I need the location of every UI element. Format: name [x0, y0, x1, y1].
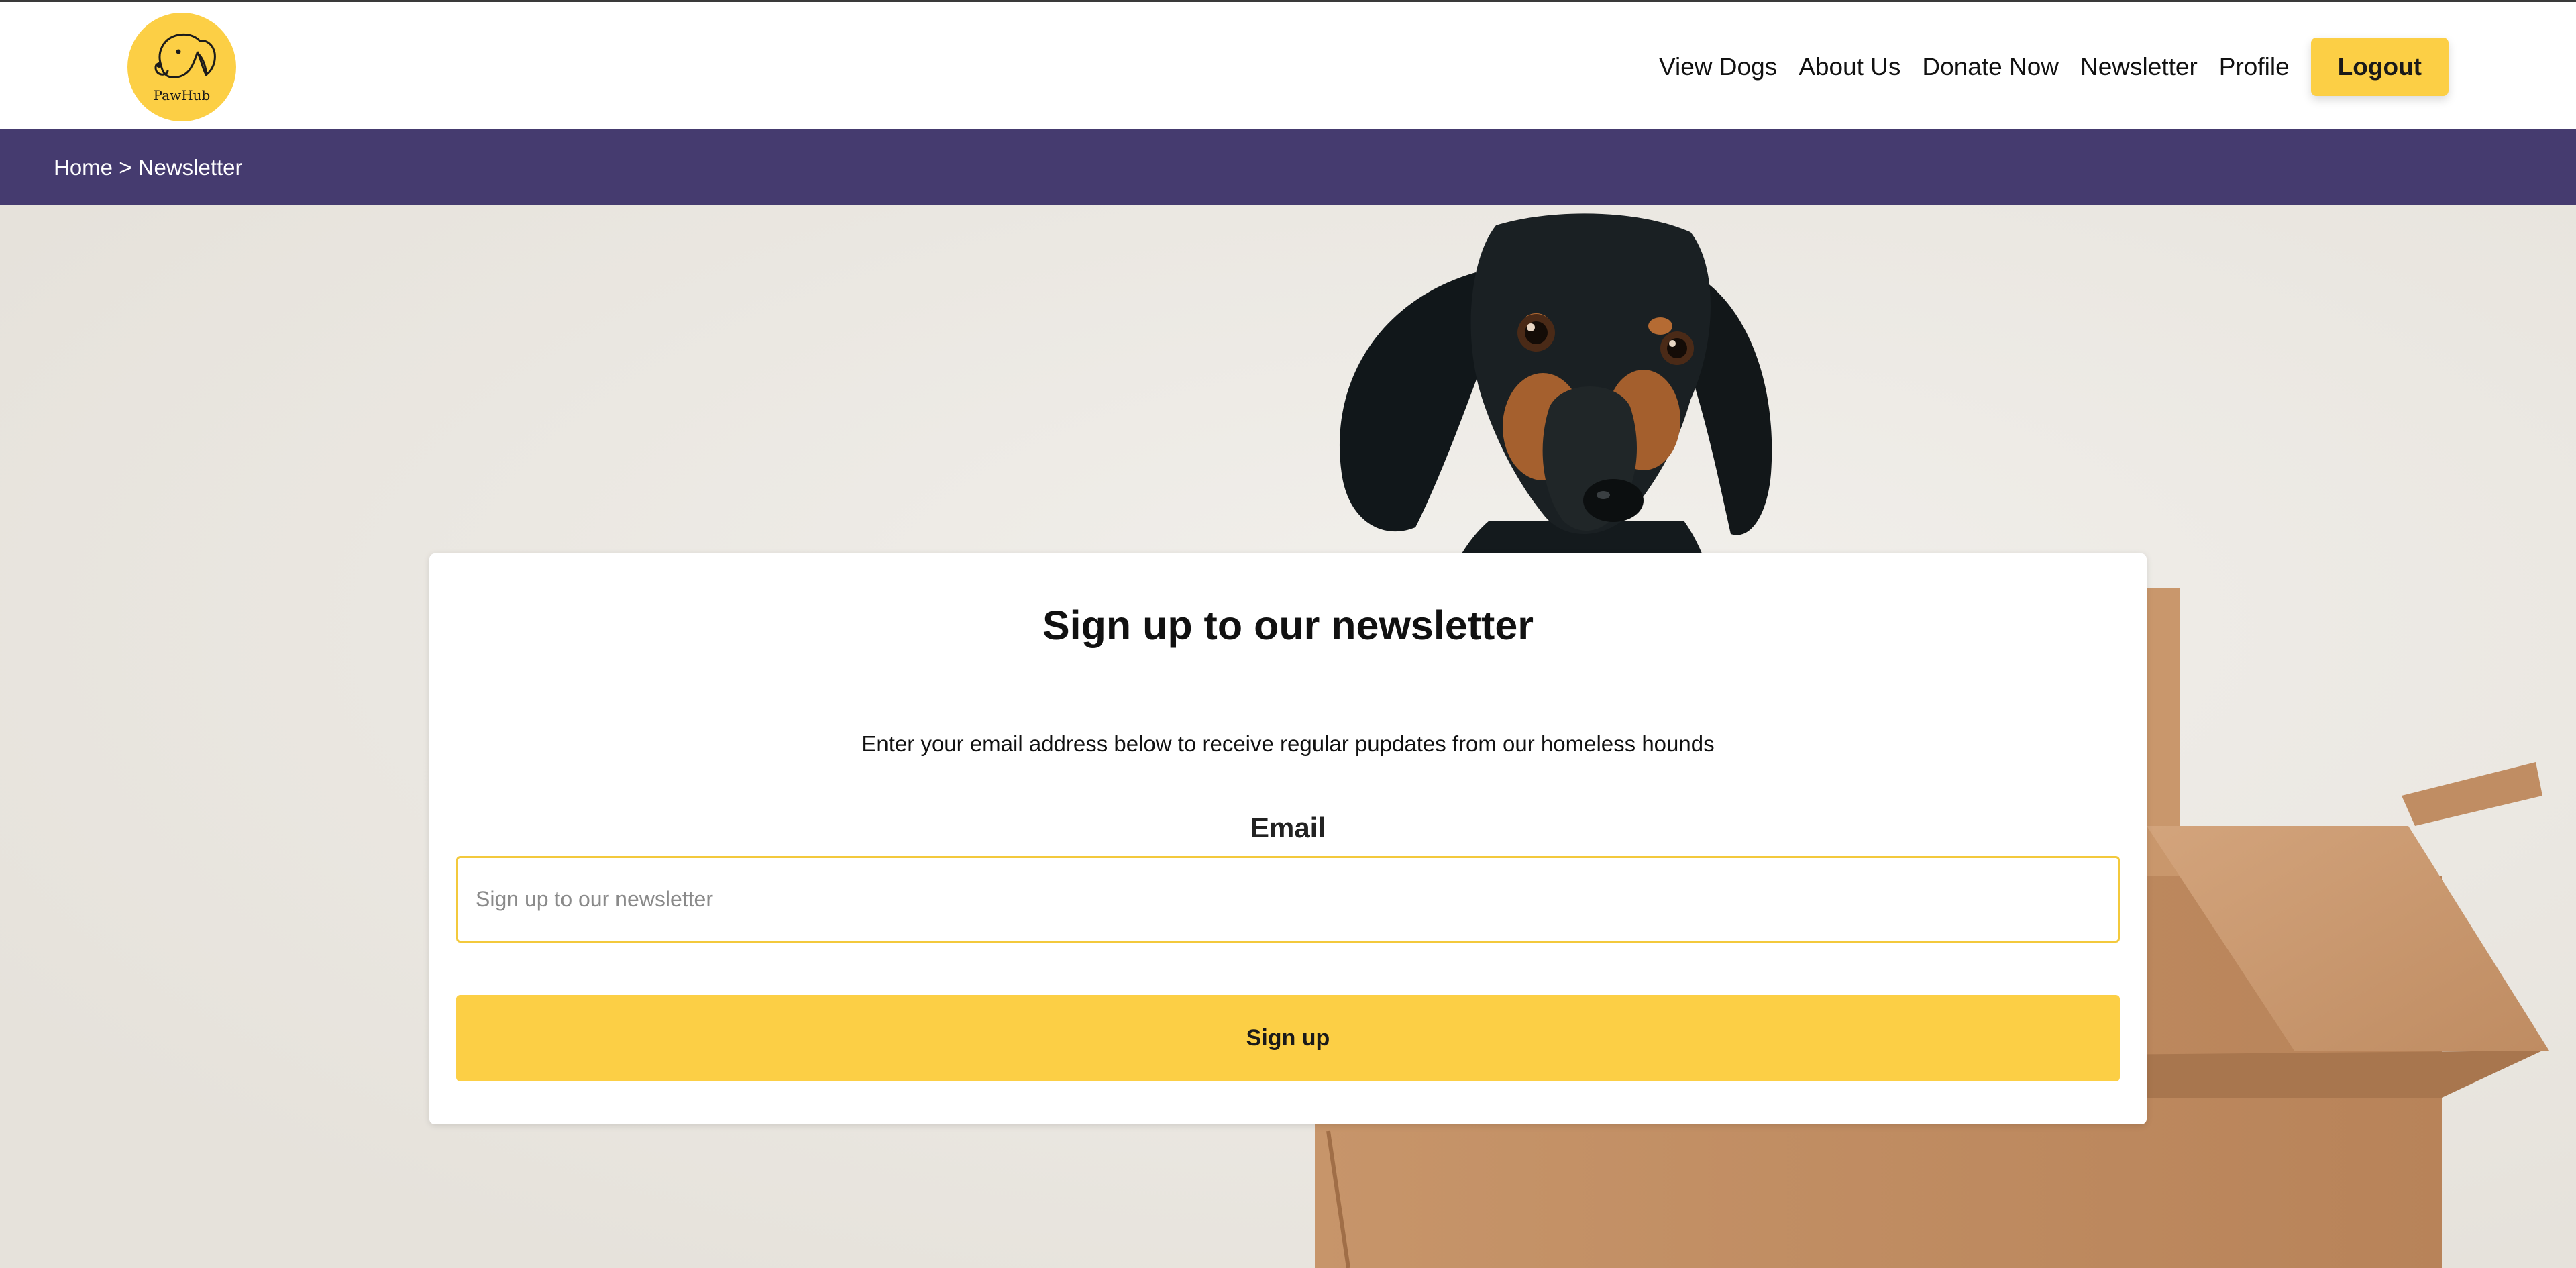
newsletter-card: Sign up to our newsletter Enter your ema…	[429, 553, 2147, 1124]
nav-newsletter[interactable]: Newsletter	[2080, 54, 2198, 79]
page-title: Sign up to our newsletter	[1042, 602, 1534, 648]
newsletter-description: Enter your email address below to receiv…	[861, 731, 1715, 756]
nav-about-us[interactable]: About Us	[1799, 54, 1900, 79]
nav-view-dogs[interactable]: View Dogs	[1659, 54, 1777, 79]
nav-profile[interactable]: Profile	[2219, 54, 2290, 79]
logo-text: PawHub	[153, 87, 211, 103]
pawhub-logo[interactable]: PawHub	[127, 13, 236, 121]
nav-donate-now[interactable]: Donate Now	[1922, 54, 2059, 79]
breadcrumb: Home > Newsletter	[54, 154, 243, 180]
top-navbar: PawHub View Dogs About Us Donate Now New…	[0, 0, 2576, 129]
dog-head-icon	[154, 33, 216, 78]
breadcrumb-bar: Home > Newsletter	[0, 129, 2576, 205]
logout-button[interactable]: Logout	[2310, 38, 2449, 96]
email-label: Email	[1250, 812, 1326, 843]
signup-button[interactable]: Sign up	[456, 995, 2120, 1081]
email-field[interactable]	[456, 856, 2120, 943]
main-nav: View Dogs About Us Donate Now Newsletter…	[1659, 2, 2449, 131]
